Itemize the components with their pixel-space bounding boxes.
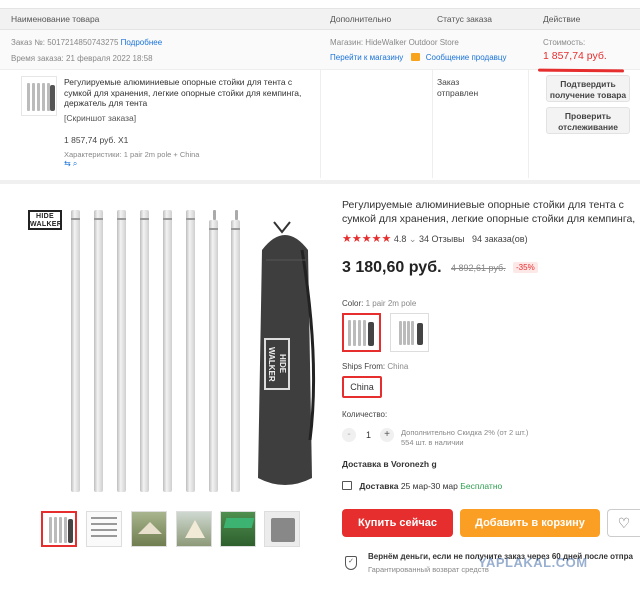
- ships-from-label: Ships From:: [342, 362, 386, 371]
- go-to-store-link[interactable]: Перейти к магазину: [330, 53, 403, 62]
- reviews-count[interactable]: 34 Отзывы: [419, 234, 464, 244]
- storage-bag: HIDE WALKER: [252, 220, 318, 492]
- gallery-thumb-4[interactable]: [176, 511, 212, 547]
- buy-now-button[interactable]: Купить сейчас: [342, 509, 453, 537]
- stock-count: 554 шт. в наличии: [401, 438, 464, 447]
- star-icon-2: ★: [351, 233, 362, 245]
- color-option-2[interactable]: [390, 313, 429, 352]
- copy-specs-icon[interactable]: ⇆ ⌕: [64, 159, 77, 169]
- order-item-specs: Характеристики: 1 pair 2m pole + China: [64, 150, 200, 159]
- gallery-thumb-2[interactable]: [86, 511, 122, 547]
- delivery-free: Бесплатно: [460, 481, 503, 491]
- divider-action: [528, 70, 529, 178]
- add-to-cart-button[interactable]: Добавить в корзину: [460, 509, 600, 537]
- qty-plus-button[interactable]: +: [380, 428, 394, 442]
- pole-8: [231, 220, 240, 492]
- message-icon: [411, 53, 421, 61]
- gallery-thumb-5[interactable]: [220, 511, 256, 547]
- confirm-receipt-button[interactable]: Подтвердить получение товара: [546, 75, 630, 102]
- delivery-dates: 25 мар-30 мар: [400, 481, 458, 491]
- order-item-price: 1 857,74 руб. X1: [64, 135, 129, 145]
- rating-value: 4.8: [393, 234, 407, 244]
- pole-2: [94, 210, 103, 492]
- guarantee-subtitle: Гарантированный возврат средств: [368, 565, 489, 574]
- pole-5: [163, 210, 172, 492]
- pole-3: [117, 210, 126, 492]
- discount-badge: -35%: [513, 262, 538, 273]
- color-row: Color: 1 pair 2m pole: [342, 299, 416, 308]
- order-status: Заказ отправлен: [437, 77, 479, 98]
- delivery-label: Доставка: [359, 481, 399, 491]
- chevron-down-icon[interactable]: ⌄: [409, 234, 417, 244]
- qty-value[interactable]: 1: [366, 430, 371, 440]
- col-status-header: Статус заказа: [437, 14, 493, 24]
- wishlist-heart-icon[interactable]: ♡: [607, 509, 640, 537]
- gallery-thumb-6[interactable]: [264, 511, 300, 547]
- col-action-header: Действие: [543, 14, 581, 24]
- brand-logo: HIDE WALKER: [28, 210, 62, 230]
- more-details-link[interactable]: Подробнее: [121, 38, 163, 47]
- old-price: 4 892,61 руб.: [451, 263, 506, 273]
- star-icon-3: ★: [361, 233, 372, 245]
- star-icon-4: ★: [371, 233, 382, 245]
- col-product-header: Наименование товара: [11, 14, 100, 24]
- section-divider: [0, 180, 640, 184]
- pole-1: [71, 210, 80, 492]
- order-item-thumbnail[interactable]: [21, 76, 57, 116]
- delivery-to[interactable]: Доставка в Voronezh g: [342, 459, 437, 469]
- message-seller-link[interactable]: Сообщение продавцу: [426, 53, 507, 62]
- order-item-title[interactable]: Регулируемые алюминиевые опорные стойки …: [64, 77, 309, 109]
- pole-7: [209, 220, 218, 492]
- delivery-box-icon: [342, 481, 352, 490]
- color-option-1[interactable]: [342, 313, 381, 352]
- extra-discount: Дополнительно Скидка 2% (от 2 шт.): [401, 428, 529, 437]
- track-order-button[interactable]: Проверить отслеживание: [546, 107, 630, 134]
- order-panel: Наименование товара Дополнительно Статус…: [0, 0, 640, 180]
- order-number: Заказ №: 5017214850743275: [11, 38, 119, 47]
- divider-status: [432, 70, 433, 178]
- pole-6: [186, 210, 195, 492]
- order-info-row: Заказ №: 5017214850743275 Подробнее Врем…: [0, 30, 640, 73]
- pole-4: [140, 210, 149, 492]
- product-title: Регулируемые алюминиевые опорные стойки …: [342, 199, 636, 225]
- color-label: Color:: [342, 299, 364, 308]
- orders-count: 94 заказа(ов): [471, 234, 528, 244]
- gallery-thumb-1[interactable]: [41, 511, 77, 547]
- star-icon-5: ★: [381, 233, 392, 245]
- order-time: Время заказа: 21 февраля 2022 18:58: [11, 54, 153, 63]
- cost-label: Стоимость:: [543, 38, 586, 47]
- shield-icon: ✓: [345, 556, 357, 570]
- store-links: Перейти к магазину Сообщение продавцу: [330, 53, 506, 62]
- ships-from-value: China: [387, 362, 409, 371]
- quantity-label: Количество:: [342, 410, 388, 419]
- ships-from-option[interactable]: China: [342, 376, 382, 398]
- col-extra-header: Дополнительно: [330, 14, 392, 24]
- order-screenshot-link[interactable]: [Скриншот заказа]: [64, 113, 136, 123]
- qty-minus-button[interactable]: -: [342, 428, 356, 442]
- order-table-header: Наименование товара Дополнительно Статус…: [0, 8, 640, 30]
- store-name: Магазин: HideWalker Outdoor Store: [330, 38, 459, 47]
- cost-value: 1 857,74 руб.: [543, 50, 607, 62]
- order-number-line: Заказ №: 5017214850743275 Подробнее: [11, 38, 162, 47]
- delivery-row: Доставка 25 мар-30 мар Бесплатно: [342, 481, 502, 491]
- rating-row: ★★★★★ 4.8 ⌄ 34 Отзывы 94 заказа(ов): [342, 232, 528, 245]
- red-underline: [537, 68, 625, 73]
- star-icon-1: ★: [342, 233, 352, 245]
- divider-extra: [320, 70, 321, 178]
- bag-logo: HIDE WALKER: [264, 338, 290, 390]
- main-product-image[interactable]: HIDE WALKER HIDE WALKER: [20, 198, 330, 503]
- watermark: YAPLAKAL.COM: [478, 555, 588, 570]
- color-value: 1 pair 2m pole: [365, 299, 417, 308]
- ships-from-row: Ships From: China: [342, 362, 408, 371]
- price: 3 180,60 руб.: [342, 259, 442, 276]
- gallery-thumb-3[interactable]: [131, 511, 167, 547]
